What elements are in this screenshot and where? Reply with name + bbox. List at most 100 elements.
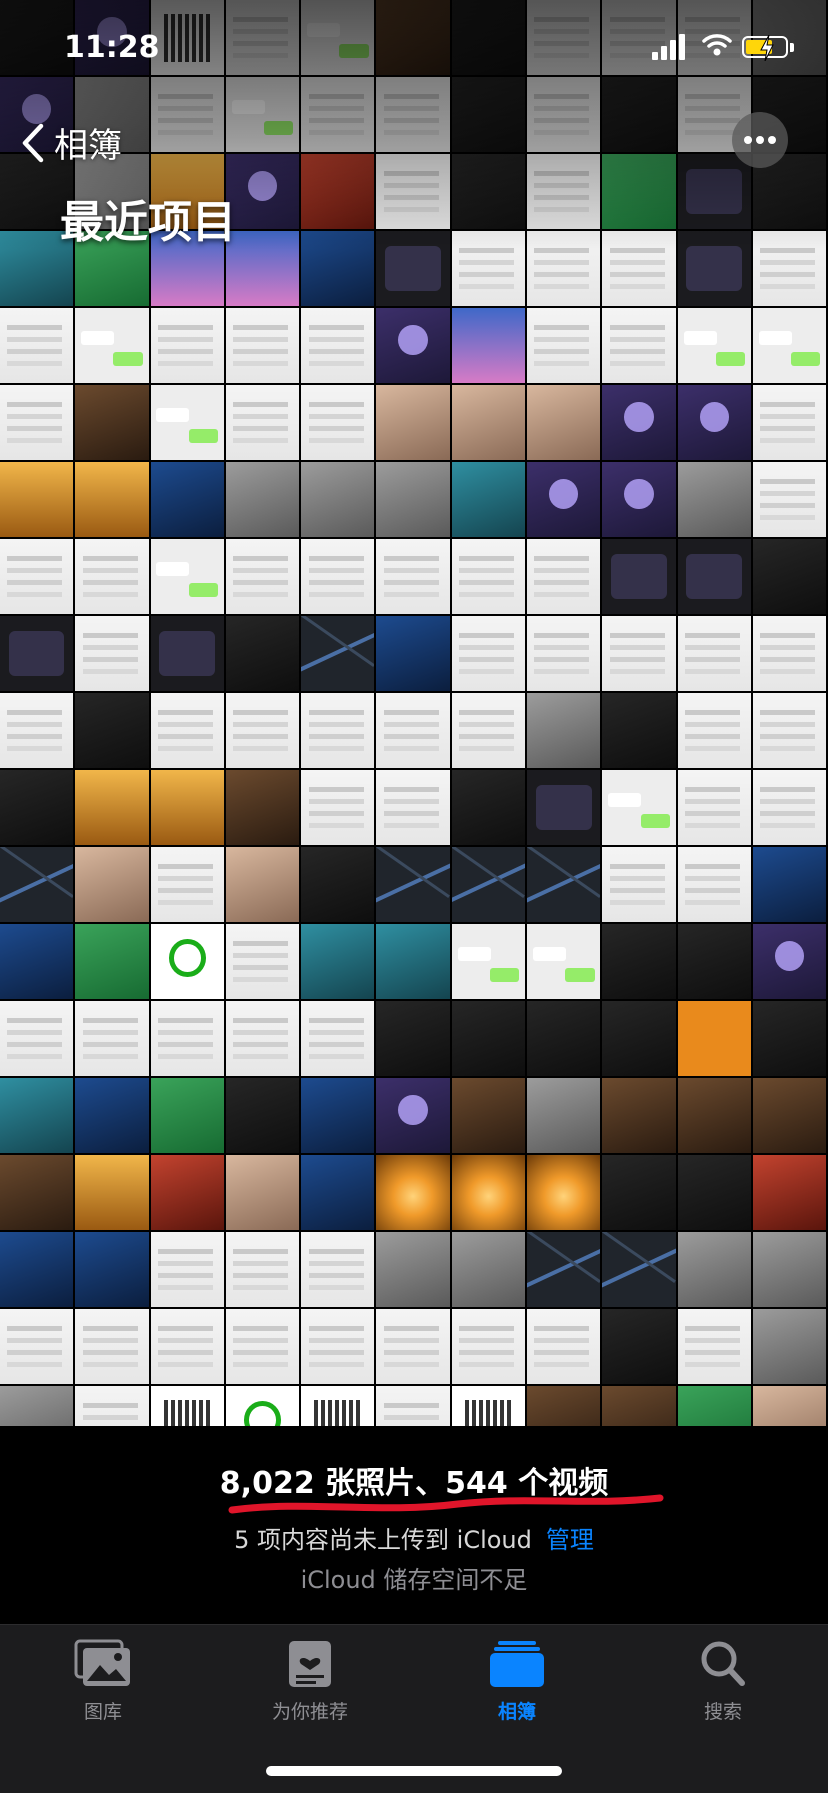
photo-thumbnail[interactable] xyxy=(75,462,149,537)
photo-thumbnail[interactable] xyxy=(602,616,676,691)
manage-link[interactable]: 管理 xyxy=(546,1526,594,1554)
photo-thumbnail[interactable] xyxy=(677,1001,751,1076)
photo-thumbnail[interactable] xyxy=(752,616,827,691)
photo-thumbnail[interactable] xyxy=(602,308,676,383)
photo-thumbnail[interactable] xyxy=(150,462,224,537)
photo-thumbnail[interactable] xyxy=(677,1078,751,1153)
photo-thumbnail[interactable] xyxy=(602,1078,676,1153)
photo-thumbnail[interactable] xyxy=(752,693,827,768)
photo-thumbnail[interactable] xyxy=(376,770,450,845)
photo-thumbnail[interactable] xyxy=(225,308,300,383)
photo-thumbnail[interactable] xyxy=(225,1232,300,1307)
photo-thumbnail[interactable] xyxy=(451,616,526,691)
photo-thumbnail[interactable] xyxy=(602,1001,676,1076)
photo-thumbnail[interactable] xyxy=(677,924,751,999)
photo-thumbnail[interactable] xyxy=(752,539,827,614)
photo-thumbnail[interactable] xyxy=(225,385,300,460)
photo-thumbnail[interactable] xyxy=(451,693,526,768)
photo-thumbnail[interactable] xyxy=(150,1001,224,1076)
photo-thumbnail[interactable] xyxy=(225,770,300,845)
photo-thumbnail[interactable] xyxy=(376,539,450,614)
photo-thumbnail[interactable] xyxy=(225,693,300,768)
photo-thumbnail[interactable] xyxy=(527,385,601,460)
photo-thumbnail[interactable] xyxy=(376,847,450,922)
photo-thumbnail[interactable] xyxy=(75,385,149,460)
photo-thumbnail[interactable] xyxy=(527,847,601,922)
photo-thumbnail[interactable] xyxy=(602,1155,676,1230)
photo-thumbnail[interactable] xyxy=(451,1078,526,1153)
photo-thumbnail[interactable] xyxy=(150,1155,224,1230)
photo-thumbnail[interactable] xyxy=(0,462,74,537)
photo-thumbnail[interactable] xyxy=(376,462,450,537)
photo-thumbnail[interactable] xyxy=(225,847,300,922)
photo-thumbnail[interactable] xyxy=(677,616,751,691)
photo-thumbnail[interactable] xyxy=(0,616,74,691)
photo-thumbnail[interactable] xyxy=(527,1001,601,1076)
photo-thumbnail[interactable] xyxy=(677,770,751,845)
photo-thumbnail[interactable] xyxy=(752,770,827,845)
photo-thumbnail[interactable] xyxy=(527,616,601,691)
photo-thumbnail[interactable] xyxy=(527,770,601,845)
photo-thumbnail[interactable] xyxy=(150,693,224,768)
photo-thumbnail[interactable] xyxy=(527,539,601,614)
photo-thumbnail[interactable] xyxy=(301,693,375,768)
photo-thumbnail[interactable] xyxy=(527,462,601,537)
home-indicator[interactable] xyxy=(266,1766,562,1776)
photo-thumbnail[interactable] xyxy=(376,693,450,768)
tab-search[interactable]: 搜索 xyxy=(658,1639,788,1724)
photo-thumbnail[interactable] xyxy=(451,1232,526,1307)
photo-thumbnail[interactable] xyxy=(301,847,375,922)
photo-thumbnail[interactable] xyxy=(150,1078,224,1153)
photo-thumbnail[interactable] xyxy=(0,1001,74,1076)
photo-thumbnail[interactable] xyxy=(451,770,526,845)
photo-thumbnail[interactable] xyxy=(0,847,74,922)
photo-thumbnail[interactable] xyxy=(752,385,827,460)
photo-thumbnail[interactable] xyxy=(225,1001,300,1076)
photo-thumbnail[interactable] xyxy=(602,462,676,537)
photo-thumbnail[interactable] xyxy=(451,1386,526,1426)
photo-thumbnail[interactable] xyxy=(752,1386,827,1426)
photo-thumbnail[interactable] xyxy=(752,847,827,922)
photo-thumbnail[interactable] xyxy=(602,1309,676,1384)
photo-thumbnail[interactable] xyxy=(451,462,526,537)
photo-thumbnail[interactable] xyxy=(527,1155,601,1230)
tab-for-you[interactable]: 为你推荐 xyxy=(245,1639,375,1724)
photo-thumbnail[interactable] xyxy=(75,539,149,614)
photo-thumbnail[interactable] xyxy=(75,693,149,768)
photo-thumbnail[interactable] xyxy=(150,924,224,999)
photo-thumbnail[interactable] xyxy=(150,385,224,460)
photo-thumbnail[interactable] xyxy=(150,1309,224,1384)
photo-thumbnail[interactable] xyxy=(75,1001,149,1076)
photo-thumbnail[interactable] xyxy=(451,924,526,999)
photo-thumbnail[interactable] xyxy=(301,924,375,999)
photo-thumbnail[interactable] xyxy=(752,308,827,383)
photo-thumbnail[interactable] xyxy=(150,616,224,691)
photo-thumbnail[interactable] xyxy=(150,308,224,383)
photo-thumbnail[interactable] xyxy=(677,693,751,768)
photo-thumbnail[interactable] xyxy=(677,1309,751,1384)
photo-thumbnail[interactable] xyxy=(0,308,74,383)
photo-thumbnail[interactable] xyxy=(602,385,676,460)
photo-thumbnail[interactable] xyxy=(376,924,450,999)
photo-thumbnail[interactable] xyxy=(301,385,375,460)
photo-thumbnail[interactable] xyxy=(376,1078,450,1153)
photo-thumbnail[interactable] xyxy=(752,1309,827,1384)
photo-thumbnail[interactable] xyxy=(301,770,375,845)
photo-thumbnail[interactable] xyxy=(677,1232,751,1307)
photo-thumbnail[interactable] xyxy=(451,1155,526,1230)
photo-thumbnail[interactable] xyxy=(451,1001,526,1076)
photo-thumbnail[interactable] xyxy=(150,1232,224,1307)
photo-thumbnail[interactable] xyxy=(225,1155,300,1230)
photo-thumbnail[interactable] xyxy=(75,847,149,922)
photo-thumbnail[interactable] xyxy=(0,924,74,999)
photo-thumbnail[interactable] xyxy=(75,1309,149,1384)
photo-thumbnail[interactable] xyxy=(0,539,74,614)
photo-thumbnail[interactable] xyxy=(677,1386,751,1426)
photo-thumbnail[interactable] xyxy=(0,1232,74,1307)
photo-thumbnail[interactable] xyxy=(0,693,74,768)
photo-thumbnail[interactable] xyxy=(225,1078,300,1153)
photo-thumbnail[interactable] xyxy=(301,1078,375,1153)
photo-thumbnail[interactable] xyxy=(376,1001,450,1076)
photo-thumbnail[interactable] xyxy=(527,308,601,383)
photo-thumbnail[interactable] xyxy=(0,770,74,845)
